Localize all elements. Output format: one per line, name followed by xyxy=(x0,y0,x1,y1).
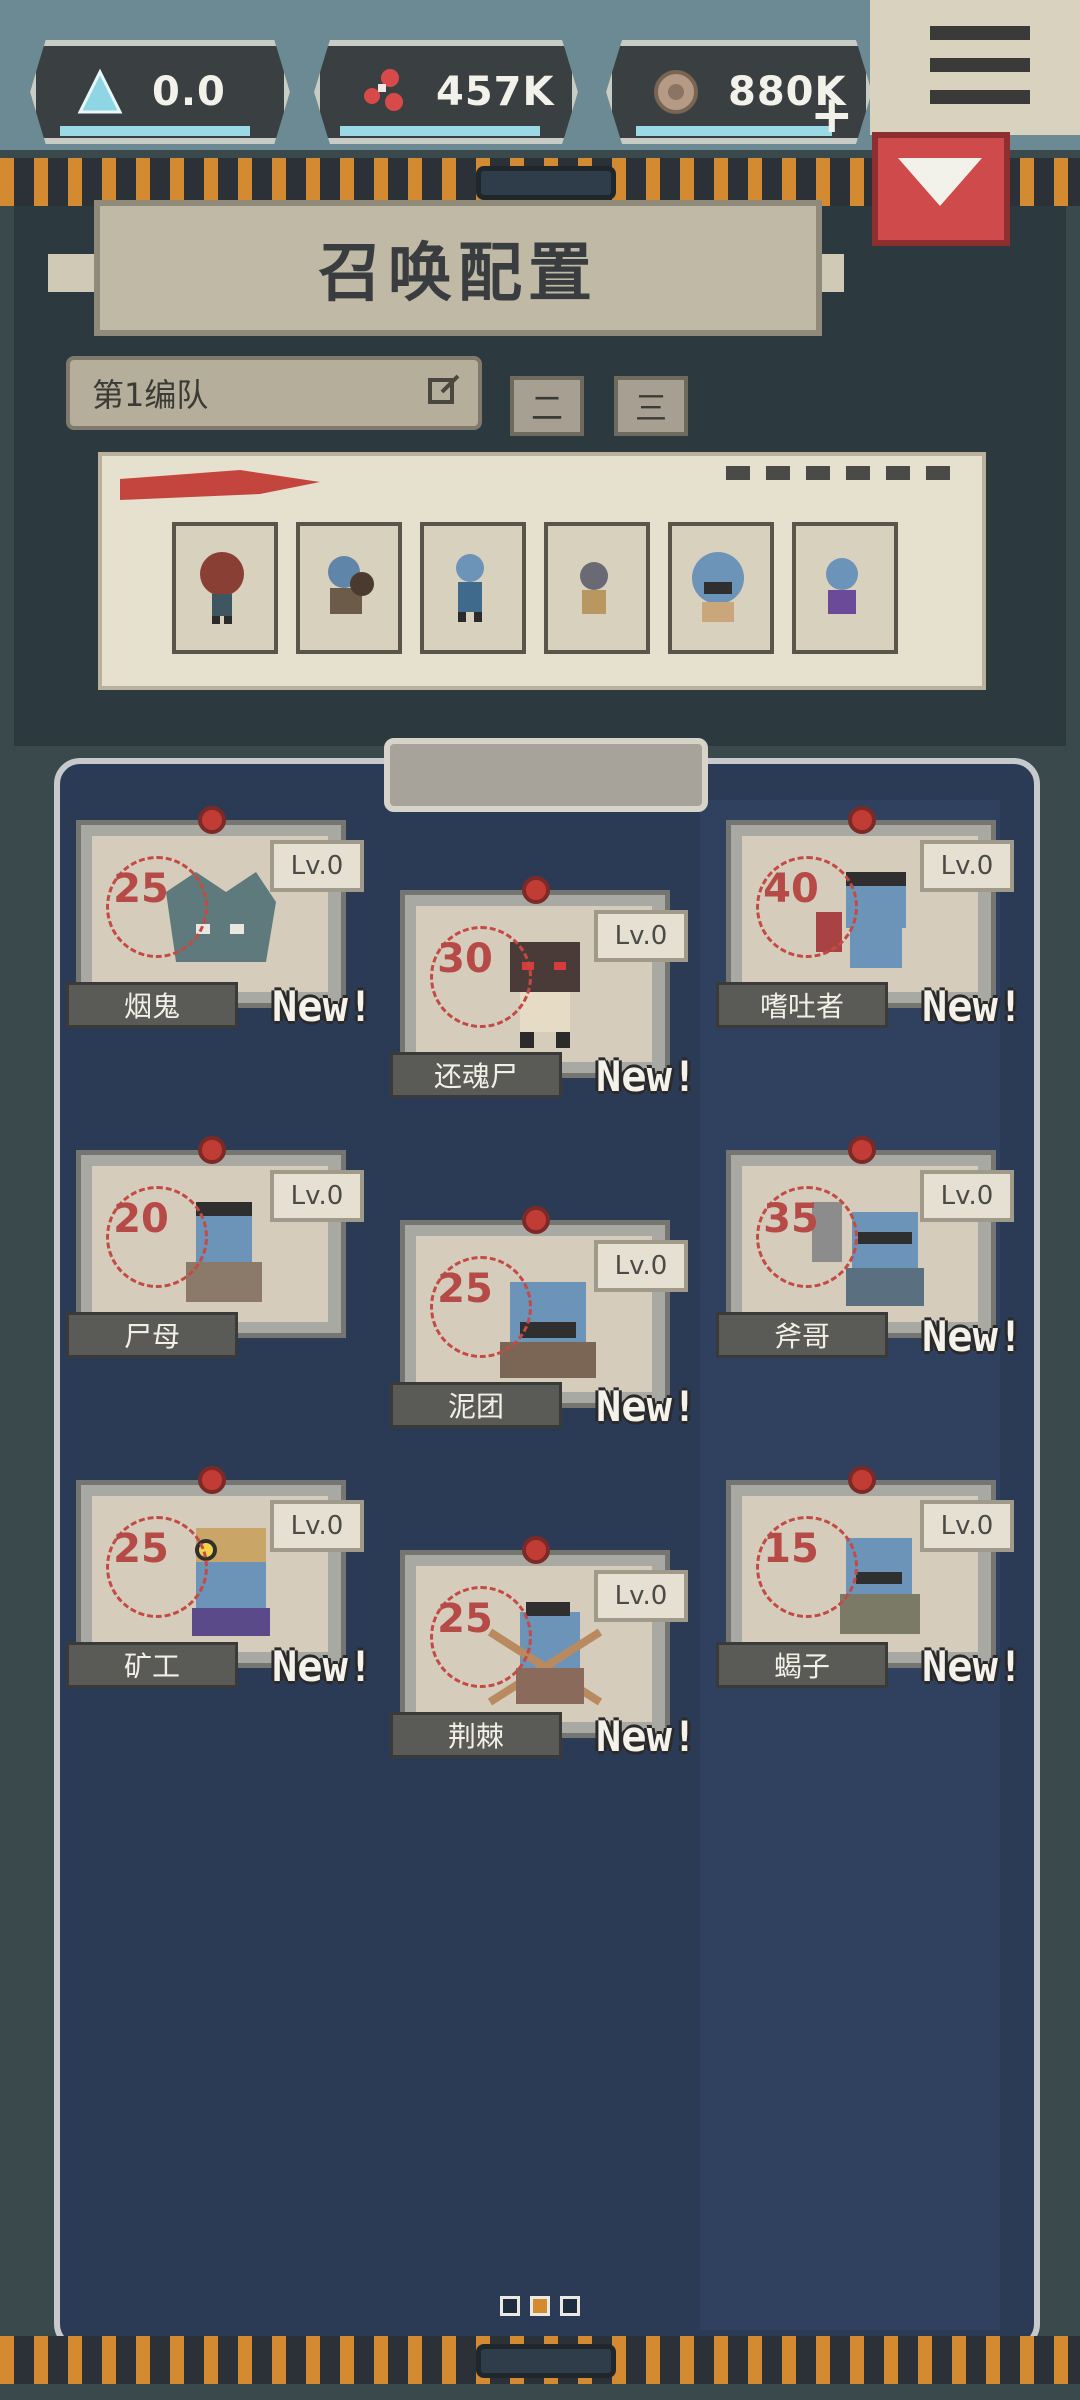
page-dot-1[interactable] xyxy=(500,2296,520,2316)
level-badge: Lv.0 xyxy=(594,1240,688,1292)
card-pin xyxy=(198,806,226,834)
new-badge: New! xyxy=(272,1642,374,1691)
monster-portrait-icon xyxy=(580,562,608,614)
level-badge: Lv.0 xyxy=(594,910,688,962)
crystal-underline xyxy=(60,126,250,136)
monster-portrait-icon xyxy=(200,552,244,624)
blood-value: 457K xyxy=(436,69,555,115)
squad-tab-2[interactable]: 二 xyxy=(510,376,584,436)
monster-name: 蝎子 xyxy=(716,1642,888,1688)
new-badge: New! xyxy=(596,1712,698,1761)
squad-slot-5[interactable] xyxy=(668,522,774,654)
card-pin xyxy=(522,1206,550,1234)
summon-cost: 25 xyxy=(113,1526,169,1572)
menu-button[interactable] xyxy=(870,0,1080,135)
roster-dot xyxy=(726,466,750,480)
card-pin xyxy=(522,876,550,904)
monster-name: 斧哥 xyxy=(716,1312,888,1358)
panel-handle xyxy=(384,738,708,812)
card-pin xyxy=(198,1466,226,1494)
stripe-knob-bottom xyxy=(476,2344,616,2378)
monster-portrait-icon xyxy=(692,552,744,622)
summon-cost: 25 xyxy=(113,866,169,912)
monster-card-yangui[interactable]: 25 Lv.0 烟鬼 New! xyxy=(66,806,373,1031)
monster-name: 嗜吐者 xyxy=(716,982,888,1028)
collapse-button[interactable] xyxy=(872,132,1010,246)
blood-cells-icon xyxy=(354,62,414,122)
monster-card-shimu[interactable]: 20 Lv.0 尸母 xyxy=(66,1136,364,1358)
monster-name: 尸母 xyxy=(66,1312,238,1358)
new-badge: New! xyxy=(272,982,374,1031)
card-pin xyxy=(848,806,876,834)
stone-coin-icon xyxy=(646,62,706,122)
monster-portrait-icon xyxy=(328,556,374,614)
monster-name: 还魂尸 xyxy=(390,1052,562,1098)
summon-cost: 20 xyxy=(113,1196,169,1242)
monster-name: 荆棘 xyxy=(390,1712,562,1758)
page-title: 召唤配置 xyxy=(318,237,598,311)
roster-dot xyxy=(846,466,870,480)
monster-name: 烟鬼 xyxy=(66,982,238,1028)
new-badge: New! xyxy=(922,1312,1024,1361)
add-resource-button[interactable]: + xyxy=(810,85,854,145)
new-badge: New! xyxy=(596,1052,698,1101)
level-badge: Lv.0 xyxy=(270,1500,364,1552)
monster-card-fuge[interactable]: 35 Lv.0 斧哥 New! xyxy=(716,1136,1023,1361)
monster-card-shituzhe[interactable]: 40 Lv.0 嗜吐者 New! xyxy=(716,806,1023,1031)
new-badge: New! xyxy=(922,982,1024,1031)
squad-slot-4[interactable] xyxy=(544,522,650,654)
hamburger-icon xyxy=(930,26,1030,40)
roster-dot xyxy=(886,466,910,480)
summon-cost: 25 xyxy=(437,1266,493,1312)
squad-dropdown-label: 第1编队 xyxy=(92,376,209,414)
monster-portrait-icon xyxy=(826,558,858,614)
level-badge: Lv.0 xyxy=(920,1170,1014,1222)
squad-slot-1[interactable] xyxy=(172,522,278,654)
card-pin xyxy=(848,1466,876,1494)
monster-card-jingji[interactable]: 25 Lv.0 荆棘 New! xyxy=(390,1536,697,1761)
summon-cost: 15 xyxy=(763,1526,819,1572)
new-badge: New! xyxy=(596,1382,698,1431)
card-pin xyxy=(522,1536,550,1564)
page-dot-2-active[interactable] xyxy=(530,2296,550,2316)
level-badge: Lv.0 xyxy=(270,1170,364,1222)
blood-underline xyxy=(340,126,540,136)
card-pin xyxy=(198,1136,226,1164)
level-badge: Lv.0 xyxy=(594,1570,688,1622)
squad-slot-2[interactable] xyxy=(296,522,402,654)
monster-card-kuanggong[interactable]: 25 Lv.0 矿工 New! xyxy=(66,1466,373,1691)
crystal-value: 0.0 xyxy=(152,69,226,115)
squad-dropdown[interactable]: 第1编队 xyxy=(66,356,482,430)
roster-dot xyxy=(926,466,950,480)
title-plate: 召唤配置 xyxy=(94,200,822,336)
level-badge: Lv.0 xyxy=(920,840,1014,892)
monster-card-nituan[interactable]: 25 Lv.0 泥团 New! xyxy=(390,1206,697,1431)
edit-icon[interactable] xyxy=(426,372,462,408)
monster-card-xiezi[interactable]: 15 Lv.0 蝎子 New! xyxy=(716,1466,1023,1691)
squad-slot-3[interactable] xyxy=(420,522,526,654)
hamburger-icon-bar xyxy=(930,90,1030,104)
roster-dot xyxy=(766,466,790,480)
crystal-icon xyxy=(70,62,130,122)
level-badge: Lv.0 xyxy=(270,840,364,892)
stripe-knob-top xyxy=(476,166,616,200)
summon-cost: 35 xyxy=(763,1196,819,1242)
monster-name: 矿工 xyxy=(66,1642,238,1688)
hamburger-icon-bar xyxy=(930,58,1030,72)
page-dot-3[interactable] xyxy=(560,2296,580,2316)
summon-cost: 25 xyxy=(437,1596,493,1642)
stone-underline xyxy=(636,126,832,136)
monster-card-huanhunshi[interactable]: 30 Lv.0 还魂尸 New! xyxy=(390,876,697,1101)
new-badge: New! xyxy=(922,1642,1024,1691)
monster-name: 泥团 xyxy=(390,1382,562,1428)
summon-cost: 30 xyxy=(437,936,493,982)
level-badge: Lv.0 xyxy=(920,1500,1014,1552)
roster-dot xyxy=(806,466,830,480)
card-pin xyxy=(848,1136,876,1164)
summon-cost: 40 xyxy=(763,866,819,912)
squad-slot-6[interactable] xyxy=(792,522,898,654)
squad-tab-3[interactable]: 三 xyxy=(614,376,688,436)
monster-portrait-icon xyxy=(456,554,484,622)
triangle-down-icon xyxy=(898,158,982,206)
